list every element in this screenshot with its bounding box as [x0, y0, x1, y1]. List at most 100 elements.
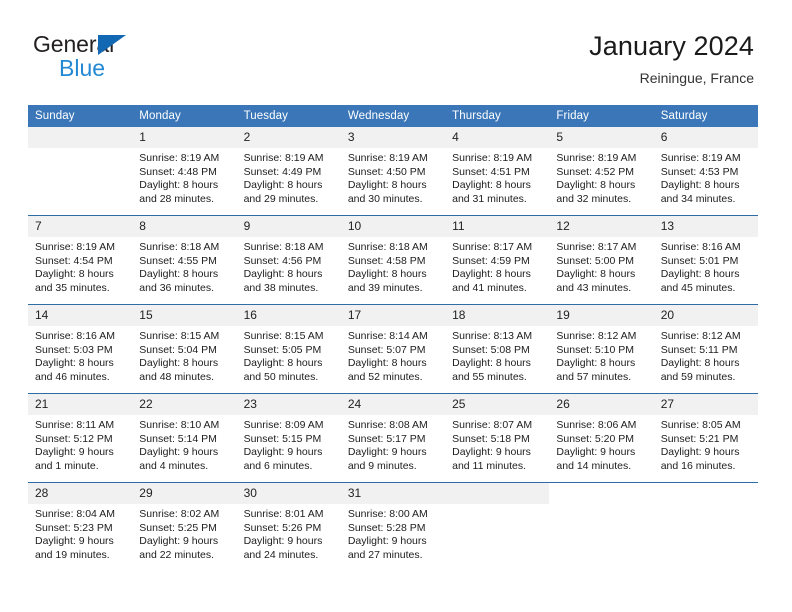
weekday-header-sunday: Sunday — [28, 105, 133, 127]
sunset-text: Sunset: 4:49 PM — [243, 165, 322, 178]
day-sun-info: Sunrise: 8:07 AM Sunset: 5:18 PM Daylight:… — [445, 415, 549, 473]
daylight-text-line2: and 19 minutes. — [35, 548, 110, 561]
day-sun-info: Sunrise: 8:15 AM Sunset: 5:05 PM Daylight:… — [237, 326, 341, 384]
day-cell-1[interactable]: 1 Sunrise: 8:19 AM Sunset: 4:48 PM Daylight… — [132, 127, 237, 216]
daylight-text-line1: Daylight: 8 hours — [452, 268, 531, 281]
day-cell-30[interactable]: 30 Sunrise: 8:01 AM Sunset: 5:26 PM Dayligh… — [236, 482, 341, 571]
day-cell-15[interactable]: 15 Sunrise: 8:15 AM Sunset: 5:04 PM Dayligh… — [132, 304, 237, 394]
day-cell-24[interactable]: 24 Sunrise: 8:08 AM Sunset: 5:17 PM Dayligh… — [340, 393, 446, 483]
daylight-text-line2: and 22 minutes. — [139, 548, 214, 561]
weekday-header-friday: Friday — [549, 105, 654, 127]
day-cell-21[interactable]: 21 Sunrise: 8:11 AM Sunset: 5:12 PM Dayligh… — [28, 393, 133, 483]
day-cell-16[interactable]: 16 Sunrise: 8:15 AM Sunset: 5:05 PM Dayligh… — [236, 304, 341, 394]
daylight-text-line1: Daylight: 8 hours — [452, 357, 531, 370]
sunset-text: Sunset: 5:11 PM — [660, 343, 738, 356]
day-sun-info: Sunrise: 8:16 AM Sunset: 5:03 PM Daylight:… — [28, 326, 132, 384]
day-number: 3 — [340, 127, 446, 148]
daylight-text-line1: Daylight: 8 hours — [139, 179, 219, 192]
day-cell-31[interactable]: 31 Sunrise: 8:00 AM Sunset: 5:28 PM Dayligh… — [340, 482, 446, 571]
day-cell-7[interactable]: 7 Sunrise: 8:19 AM Sunset: 4:54 PM Daylight… — [28, 215, 133, 305]
day-cell-17[interactable]: 17 Sunrise: 8:14 AM Sunset: 5:07 PM Dayligh… — [340, 304, 446, 394]
day-cell-14[interactable]: 14 Sunrise: 8:16 AM Sunset: 5:03 PM Dayligh… — [28, 304, 133, 394]
daylight-text-line1: Daylight: 8 hours — [347, 357, 427, 370]
day-sun-info: Sunrise: 8:08 AM Sunset: 5:17 PM Daylight:… — [341, 415, 445, 473]
sunset-text: Sunset: 5:26 PM — [243, 521, 322, 534]
sunset-text: Sunset: 4:50 PM — [347, 165, 426, 178]
sunset-text: Sunset: 5:15 PM — [243, 432, 322, 445]
day-cell-3[interactable]: 3 Sunrise: 8:19 AM Sunset: 4:50 PM Daylight… — [340, 127, 446, 216]
sunset-text: Sunset: 5:21 PM — [660, 432, 739, 445]
day-cell-4[interactable]: 4 Sunrise: 8:19 AM Sunset: 4:51 PM Daylight… — [445, 127, 550, 216]
sunrise-text: Sunrise: 8:05 AM — [660, 419, 741, 431]
day-cell-8[interactable]: 8 Sunrise: 8:18 AM Sunset: 4:55 PM Daylight… — [132, 215, 237, 305]
daylight-text-line1: Daylight: 9 hours — [243, 446, 323, 459]
daylight-text-line2: and 41 minutes. — [452, 281, 527, 294]
sunrise-text: Sunrise: 8:19 AM — [660, 152, 741, 164]
sunrise-text: Sunrise: 8:10 AM — [139, 419, 220, 431]
day-cell-25[interactable]: 25 Sunrise: 8:07 AM Sunset: 5:18 PM Dayligh… — [445, 393, 550, 483]
daylight-text-line2: and 24 minutes. — [243, 548, 319, 561]
sunrise-text: Sunrise: 8:19 AM — [556, 152, 637, 164]
day-cell-empty — [549, 482, 654, 571]
day-cell-9[interactable]: 9 Sunrise: 8:18 AM Sunset: 4:56 PM Daylight… — [236, 215, 341, 305]
day-cell-11[interactable]: 11 Sunrise: 8:17 AM Sunset: 4:59 PM Dayligh… — [445, 215, 550, 305]
daylight-text-line2: and 48 minutes. — [139, 370, 214, 383]
day-cell-20[interactable]: 20 Sunrise: 8:12 AM Sunset: 5:11 PM Dayligh… — [653, 304, 758, 394]
day-cell-6[interactable]: 6 Sunrise: 8:19 AM Sunset: 4:53 PM Daylight… — [653, 127, 758, 216]
day-cell-13[interactable]: 13 Sunrise: 8:16 AM Sunset: 5:01 PM Dayligh… — [653, 215, 758, 305]
weekday-header-monday: Monday — [132, 105, 237, 127]
daylight-text-line1: Daylight: 8 hours — [660, 268, 740, 281]
sunrise-text: Sunrise: 8:08 AM — [347, 419, 428, 431]
sunrise-text: Sunrise: 8:17 AM — [452, 241, 533, 253]
daylight-text-line2: and 39 minutes. — [347, 281, 423, 294]
daylight-text-line2: and 32 minutes. — [556, 192, 632, 205]
day-sun-info: Sunrise: 8:13 AM Sunset: 5:08 PM Daylight:… — [445, 326, 549, 384]
sunset-text: Sunset: 5:25 PM — [139, 521, 217, 534]
weekday-header-wednesday: Wednesday — [340, 105, 446, 127]
sunrise-text: Sunrise: 8:14 AM — [347, 330, 428, 342]
day-sun-info: Sunrise: 8:18 AM Sunset: 4:58 PM Daylight:… — [341, 237, 445, 295]
day-cell-empty — [28, 127, 133, 216]
day-cell-23[interactable]: 23 Sunrise: 8:09 AM Sunset: 5:15 PM Dayligh… — [236, 393, 341, 483]
daylight-text-line2: and 57 minutes. — [556, 370, 632, 383]
daylight-text-line2: and 28 minutes. — [139, 192, 214, 205]
calendar-week-row: 28 Sunrise: 8:04 AM Sunset: 5:23 PM Dayligh… — [28, 482, 758, 571]
daylight-text-line1: Daylight: 8 hours — [35, 357, 114, 370]
day-number: 2 — [236, 127, 341, 148]
day-cell-28[interactable]: 28 Sunrise: 8:04 AM Sunset: 5:23 PM Dayligh… — [28, 482, 133, 571]
sunset-text: Sunset: 5:18 PM — [452, 432, 530, 445]
daylight-text-line1: Daylight: 8 hours — [556, 268, 636, 281]
day-cell-2[interactable]: 2 Sunrise: 8:19 AM Sunset: 4:49 PM Daylight… — [236, 127, 341, 216]
daylight-text-line2: and 45 minutes. — [660, 281, 736, 294]
day-cell-29[interactable]: 29 Sunrise: 8:02 AM Sunset: 5:25 PM Dayligh… — [132, 482, 237, 571]
day-number — [654, 483, 758, 504]
daylight-text-line2: and 59 minutes. — [660, 370, 736, 383]
day-cell-27[interactable]: 27 Sunrise: 8:05 AM Sunset: 5:21 PM Dayligh… — [653, 393, 758, 483]
sunset-text: Sunset: 5:23 PM — [35, 521, 113, 534]
sunset-text: Sunset: 5:08 PM — [452, 343, 530, 356]
day-number: 29 — [132, 483, 237, 504]
day-sun-info: Sunrise: 8:11 AM Sunset: 5:12 PM Daylight:… — [28, 415, 132, 473]
day-cell-22[interactable]: 22 Sunrise: 8:10 AM Sunset: 5:14 PM Dayligh… — [132, 393, 237, 483]
day-sun-info: Sunrise: 8:18 AM Sunset: 4:56 PM Daylight:… — [237, 237, 341, 295]
daylight-text-line1: Daylight: 8 hours — [347, 179, 427, 192]
day-cell-18[interactable]: 18 Sunrise: 8:13 AM Sunset: 5:08 PM Dayligh… — [445, 304, 550, 394]
day-sun-info: Sunrise: 8:12 AM Sunset: 5:11 PM Daylight:… — [654, 326, 758, 384]
day-cell-10[interactable]: 10 Sunrise: 8:18 AM Sunset: 4:58 PM Dayligh… — [340, 215, 446, 305]
day-sun-info: Sunrise: 8:09 AM Sunset: 5:15 PM Daylight:… — [237, 415, 341, 473]
day-sun-info: Sunrise: 8:05 AM Sunset: 5:21 PM Daylight:… — [654, 415, 758, 473]
day-sun-info: Sunrise: 8:19 AM Sunset: 4:50 PM Daylight:… — [341, 148, 445, 206]
daylight-text-line1: Daylight: 8 hours — [243, 357, 323, 370]
logo-text-blue: Blue — [59, 55, 106, 81]
day-number: 22 — [132, 394, 237, 415]
day-cell-19[interactable]: 19 Sunrise: 8:12 AM Sunset: 5:10 PM Dayligh… — [549, 304, 654, 394]
sunset-text: Sunset: 5:03 PM — [35, 343, 113, 356]
day-cell-26[interactable]: 26 Sunrise: 8:06 AM Sunset: 5:20 PM Dayligh… — [549, 393, 654, 483]
day-cell-empty — [653, 482, 758, 571]
daylight-text-line2: and 4 minutes. — [139, 459, 209, 472]
day-number: 28 — [28, 483, 133, 504]
day-cell-5[interactable]: 5 Sunrise: 8:19 AM Sunset: 4:52 PM Daylight… — [549, 127, 654, 216]
day-number: 18 — [445, 305, 550, 326]
day-number: 7 — [28, 216, 133, 237]
day-cell-12[interactable]: 12 Sunrise: 8:17 AM Sunset: 5:00 PM Dayligh… — [549, 215, 654, 305]
